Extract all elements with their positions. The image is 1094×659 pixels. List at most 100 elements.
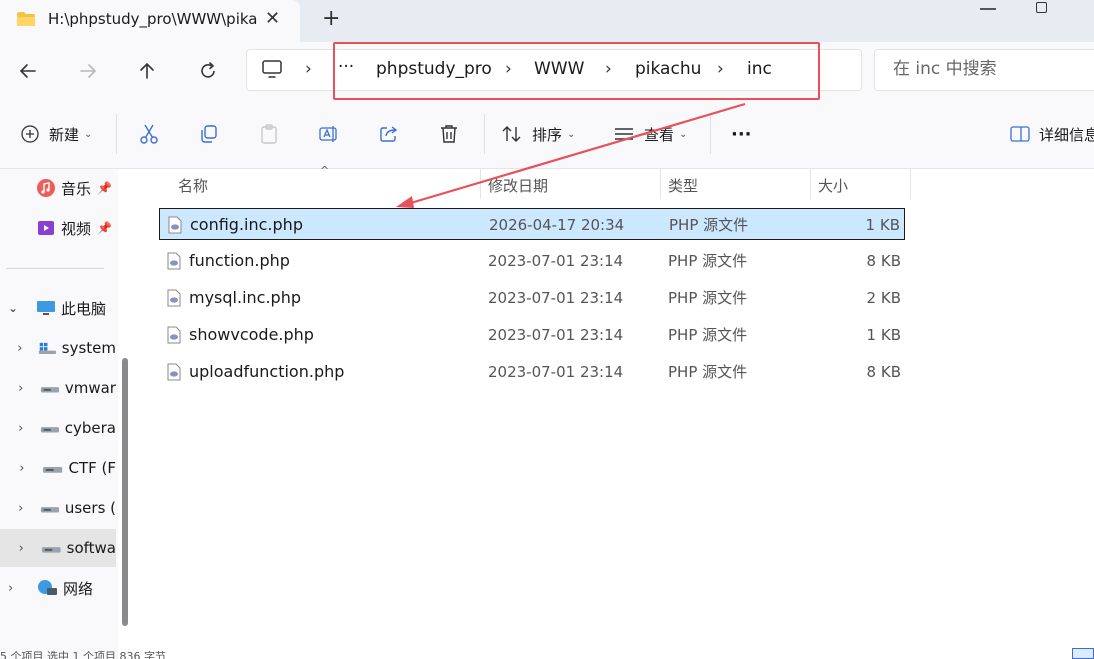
computer-icon <box>37 301 55 315</box>
php-file-icon <box>167 363 181 381</box>
chevron-right-icon[interactable]: › <box>18 381 40 396</box>
sidebar-item-label: system <box>61 339 116 357</box>
sidebar-item-drive[interactable]: › CTF (F <box>0 449 116 487</box>
share-icon <box>380 126 398 142</box>
file-size: 2 KB <box>866 289 901 307</box>
column-header-modified[interactable]: 修改日期 <box>488 172 548 198</box>
file-row-selected[interactable]: config.inc.php 2026-04-17 20:34 PHP 源文件 … <box>159 208 905 240</box>
sidebar-item-network[interactable]: › 网络 <box>0 569 116 607</box>
refresh-icon <box>201 62 215 78</box>
file-type: PHP 源文件 <box>668 252 748 270</box>
file-size: 8 KB <box>866 252 901 270</box>
view-icon <box>615 128 633 140</box>
sidebar-item-drive-selected[interactable]: › softwa <box>0 529 116 567</box>
search-box[interactable] <box>874 49 1094 91</box>
file-name: uploadfunction.php <box>189 362 345 381</box>
rename-button[interactable] <box>318 118 340 150</box>
folder-icon <box>17 12 35 26</box>
breadcrumb-separator[interactable]: › <box>717 59 724 79</box>
divider <box>484 114 485 154</box>
php-file-icon <box>167 289 181 307</box>
file-name: function.php <box>189 251 290 270</box>
refresh-button[interactable] <box>193 56 223 86</box>
copy-button[interactable] <box>198 118 220 150</box>
breadcrumb-ellipsis[interactable]: ··· <box>338 57 354 77</box>
breadcrumb-item[interactable]: WWW <box>534 59 584 79</box>
sidebar-item-label: CTF (F <box>68 459 116 477</box>
share-button[interactable] <box>378 118 400 150</box>
breadcrumb-item-current[interactable]: inc <box>747 59 772 79</box>
maximize-button[interactable] <box>1036 2 1047 13</box>
file-row[interactable]: mysql.inc.php 2023-07-01 23:14 PHP 源文件 2… <box>159 282 905 314</box>
back-button[interactable] <box>13 56 43 86</box>
file-size: 1 KB <box>865 216 900 234</box>
column-divider[interactable] <box>660 169 661 199</box>
forward-button[interactable] <box>73 56 103 86</box>
divider <box>710 114 711 154</box>
sidebar-item-drive[interactable]: › cybera <box>0 409 116 447</box>
sidebar-item-label: 网络 <box>63 579 94 598</box>
drive-icon <box>40 507 59 513</box>
drive-icon <box>42 547 61 553</box>
clipboard-icon <box>261 124 277 144</box>
file-row[interactable]: showvcode.php 2023-07-01 23:14 PHP 源文件 1… <box>159 319 905 351</box>
delete-button[interactable] <box>438 118 460 150</box>
file-modified: 2023-07-01 23:14 <box>488 326 624 344</box>
up-button[interactable] <box>132 56 162 86</box>
chevron-right-icon[interactable]: › <box>18 501 40 516</box>
file-modified: 2023-07-01 23:14 <box>488 252 624 270</box>
minimize-button[interactable] <box>980 8 996 10</box>
divider <box>116 114 117 154</box>
sidebar-item-this-pc[interactable]: ⌄ 此电脑 <box>0 289 116 327</box>
chevron-down-icon[interactable]: ⌄ <box>8 301 36 315</box>
sidebar-scrollbar[interactable] <box>122 358 128 626</box>
tab-close-button[interactable]: ✕ <box>265 8 280 29</box>
file-type: PHP 源文件 <box>669 216 749 234</box>
breadcrumb-item[interactable]: pikachu <box>635 59 701 79</box>
breadcrumb-separator[interactable]: › <box>505 59 512 79</box>
column-header-size[interactable]: 大小 <box>818 172 848 198</box>
column-header-name[interactable]: 名称 <box>178 172 208 198</box>
sidebar-item-drive[interactable]: › system <box>0 329 116 367</box>
tab[interactable]: H:\phpstudy_pro\WWW\pikac ✕ <box>0 0 300 42</box>
paste-button[interactable] <box>258 118 280 150</box>
sidebar-item-label: 此电脑 <box>61 299 107 318</box>
file-row[interactable]: uploadfunction.php 2023-07-01 23:14 PHP … <box>159 356 905 388</box>
video-icon <box>38 221 54 235</box>
chevron-right-icon[interactable]: › <box>19 541 41 556</box>
column-divider[interactable] <box>480 169 481 199</box>
sort-button[interactable]: 排序 ⌄ <box>501 118 575 150</box>
sidebar-item-music[interactable]: 音乐 📌 <box>0 169 116 207</box>
monitor-icon[interactable] <box>261 59 283 79</box>
view-button[interactable]: 查看 ⌄ <box>613 118 687 150</box>
chevron-right-icon[interactable]: › <box>8 581 36 596</box>
search-input[interactable] <box>891 58 1085 80</box>
column-header-type[interactable]: 类型 <box>668 172 698 198</box>
details-button[interactable]: 详细信息 <box>1009 118 1094 150</box>
scissors-icon <box>140 124 158 144</box>
new-tab-button[interactable]: + <box>322 6 340 31</box>
chevron-right-icon[interactable]: › <box>19 461 42 476</box>
chevron-right-icon[interactable]: › <box>17 341 38 356</box>
file-modified: 2023-07-01 23:14 <box>488 363 624 381</box>
sidebar-item-videos[interactable]: 视频 📌 <box>0 209 116 247</box>
column-divider[interactable] <box>910 169 911 199</box>
file-row[interactable]: function.php 2023-07-01 23:14 PHP 源文件 8 … <box>159 245 905 277</box>
column-divider[interactable] <box>810 169 811 199</box>
cut-button[interactable] <box>138 118 160 150</box>
sort-icon <box>502 126 521 142</box>
sidebar-item-label: cybera <box>64 419 116 437</box>
breadcrumb-item[interactable]: phpstudy_pro <box>376 59 492 79</box>
file-name: showvcode.php <box>189 325 314 344</box>
breadcrumb-separator[interactable]: › <box>605 59 612 79</box>
details-view-toggle[interactable] <box>1072 648 1094 659</box>
details-button-label: 详细信息 <box>1039 125 1094 144</box>
sidebar-item-drive[interactable]: › users ( <box>0 489 116 527</box>
file-name: mysql.inc.php <box>189 288 301 307</box>
chevron-right-icon[interactable]: › <box>18 421 40 436</box>
drive-icon <box>40 387 59 393</box>
new-button[interactable]: 新建 ⌄ <box>20 118 92 150</box>
sidebar-item-drive[interactable]: › vmwar <box>0 369 116 407</box>
more-options-button[interactable]: ··· <box>731 118 752 150</box>
breadcrumb-separator[interactable]: › <box>305 59 312 79</box>
